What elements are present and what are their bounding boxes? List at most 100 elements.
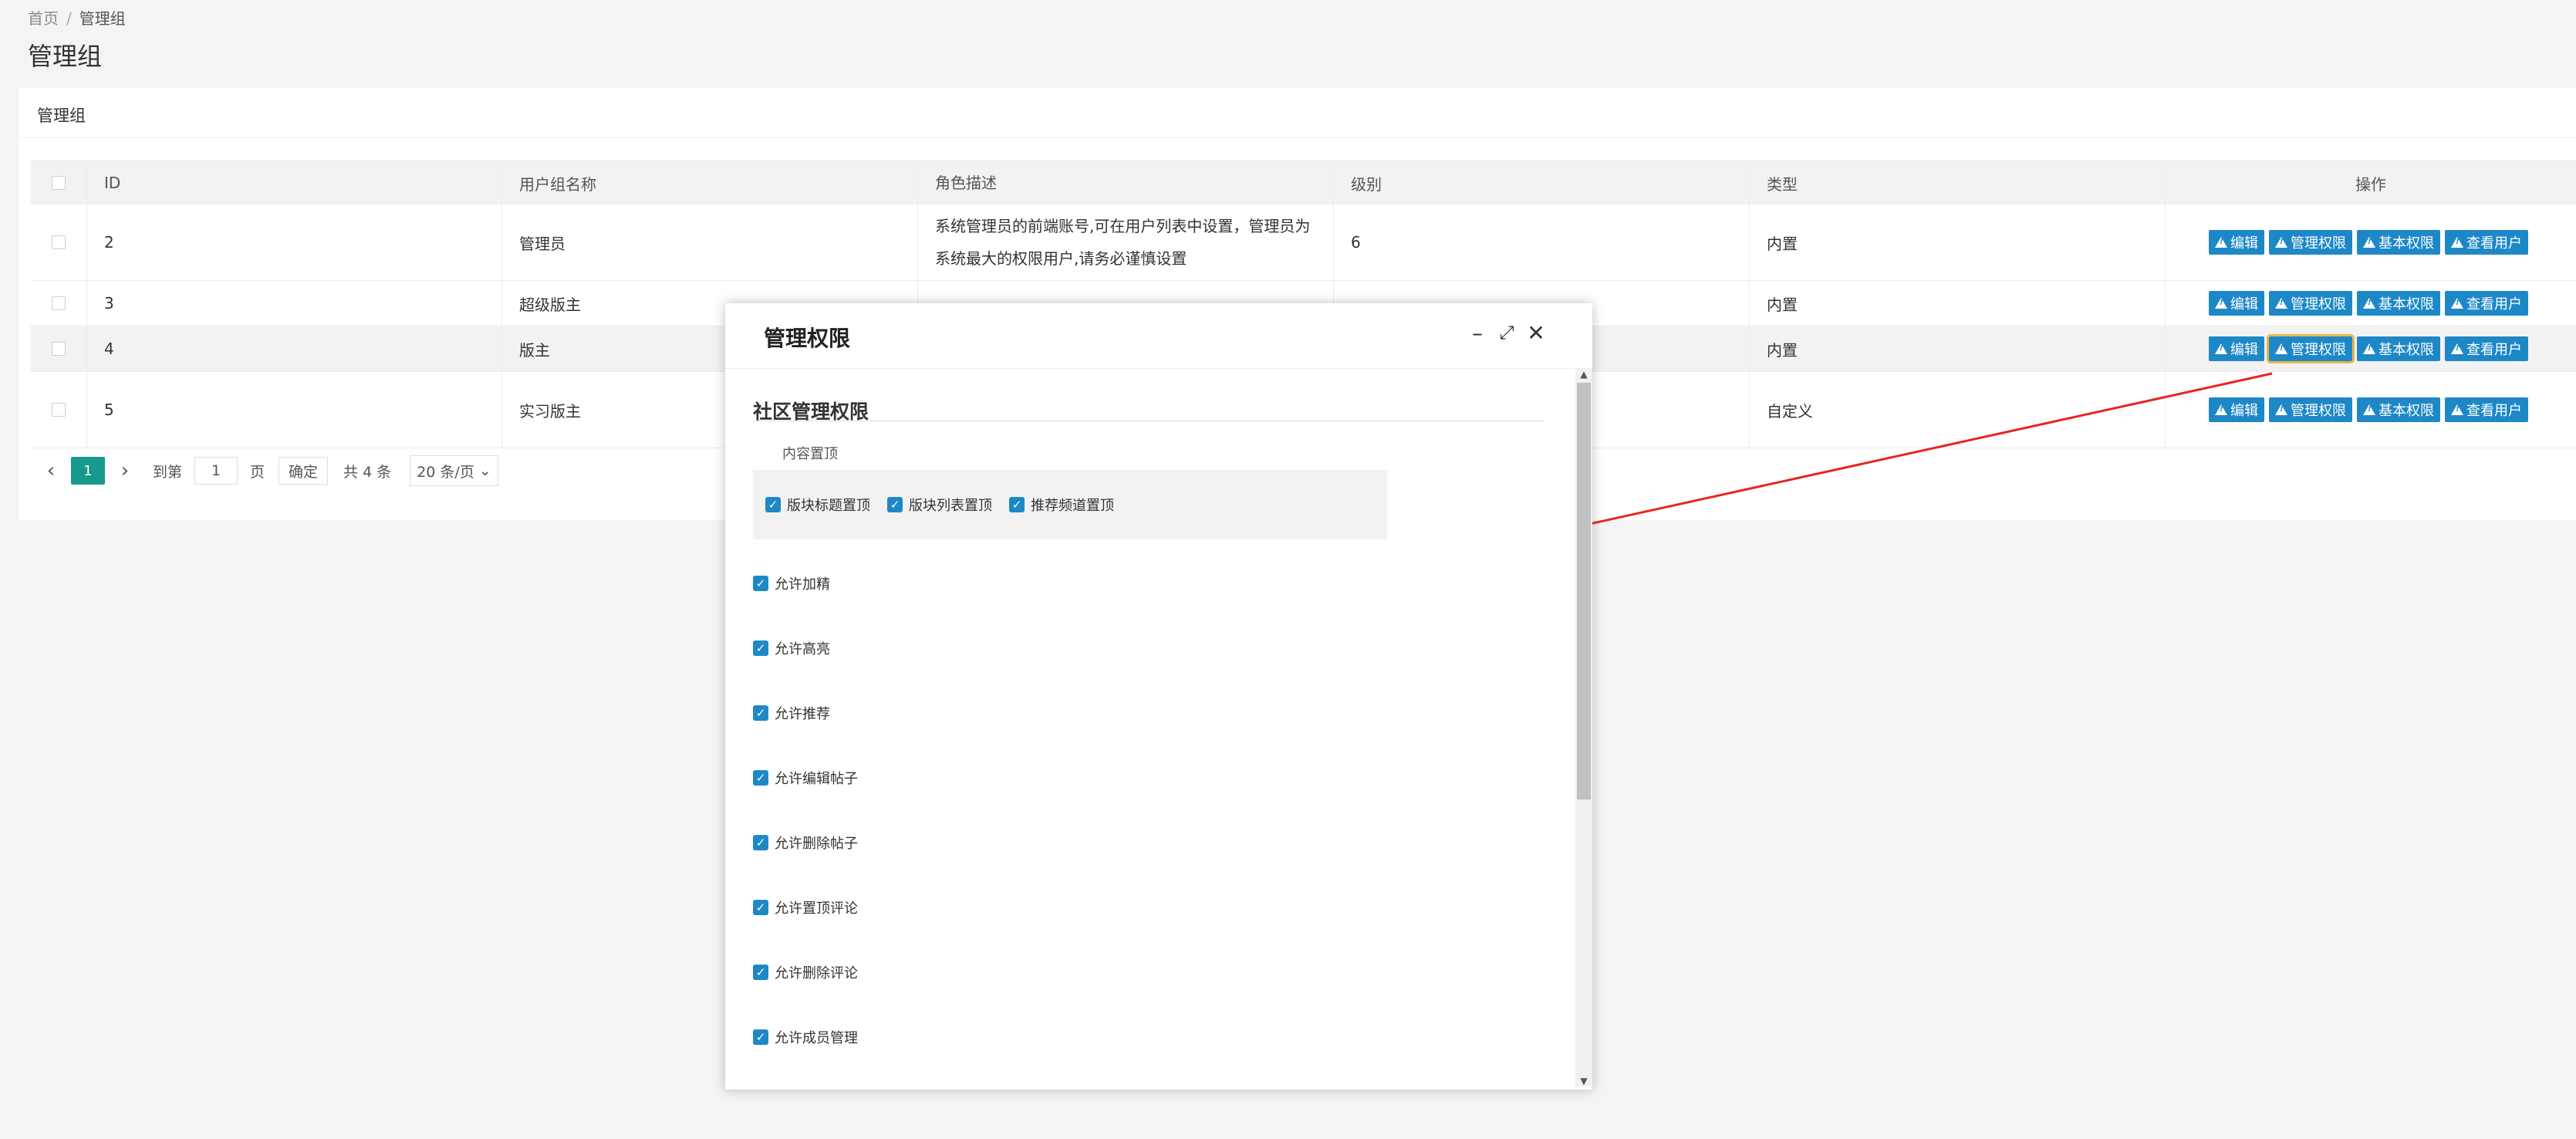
permission-label: 允许置顶评论 [775, 901, 858, 917]
page-size-value: 20 条/页 [417, 463, 474, 481]
edit-button[interactable]: 编辑 [2209, 291, 2264, 316]
prev-page-icon[interactable]: ‹ [42, 459, 60, 482]
group-label: 内容置顶 [782, 446, 838, 462]
row-id: 5 [86, 372, 501, 448]
manage-permission-button[interactable]: 管理权限 [2269, 230, 2352, 255]
edit-button[interactable]: 编辑 [2209, 336, 2264, 361]
page-current[interactable]: 1 [71, 457, 105, 485]
manage-label: 管理权限 [2291, 403, 2346, 419]
breadcrumb-current: 管理组 [79, 9, 126, 28]
row-level: 6 [1333, 204, 1749, 280]
view-users-label: 查看用户 [2466, 342, 2522, 358]
warning-icon [2451, 237, 2463, 248]
warning-icon [2363, 237, 2375, 248]
warning-icon [2215, 237, 2227, 248]
goto-page-input[interactable]: 1 [194, 457, 238, 485]
check-icon: ✓ [887, 497, 903, 512]
view-users-button[interactable]: 查看用户 [2445, 230, 2528, 255]
chevron-down-icon: ⌄ [478, 462, 491, 479]
header-id: ID [86, 161, 501, 204]
permission-checkbox[interactable]: ✓ 允许删除帖子 [753, 833, 858, 853]
scroll-up-icon[interactable]: ▲ [1575, 369, 1592, 380]
permission-checkbox[interactable]: ✓ 允许加精 [753, 573, 830, 593]
view-users-button[interactable]: 查看用户 [2445, 291, 2528, 316]
maximize-icon[interactable]: ⤢ [1494, 322, 1520, 343]
card-title: 管理组 [37, 106, 86, 125]
row-id: 3 [86, 281, 501, 326]
warning-icon [2275, 404, 2287, 415]
row-checkbox[interactable] [52, 296, 66, 310]
view-users-label: 查看用户 [2466, 235, 2522, 252]
permission-checkbox[interactable]: ✓ 允许成员管理 [753, 1027, 858, 1047]
basic-label: 基本权限 [2378, 296, 2434, 313]
permission-checkbox[interactable]: ✓ 允许编辑帖子 [753, 768, 858, 788]
edit-button[interactable]: 编辑 [2209, 397, 2264, 422]
manage-permission-button[interactable]: 管理权限 [2269, 397, 2352, 422]
option-checkbox[interactable]: ✓ 推荐频道置顶 [1009, 495, 1114, 515]
warning-icon [2451, 404, 2463, 415]
header-name: 用户组名称 [501, 161, 917, 204]
edit-label: 编辑 [2230, 296, 2258, 313]
basic-permission-button[interactable]: 基本权限 [2357, 230, 2440, 255]
permission-label: 允许编辑帖子 [775, 771, 858, 787]
permission-label: 允许加精 [775, 576, 830, 593]
check-icon: ✓ [753, 900, 768, 915]
scroll-down-icon[interactable]: ▼ [1575, 1076, 1592, 1087]
permission-checkbox[interactable]: ✓ 允许删除评论 [753, 962, 858, 982]
dialog-title: 管理权限 [764, 326, 851, 351]
header-type: 类型 [1749, 161, 2165, 204]
view-users-label: 查看用户 [2466, 296, 2522, 313]
row-checkbox[interactable] [52, 235, 66, 249]
page-size-select[interactable]: 20 条/页 ⌄ [410, 455, 498, 486]
breadcrumb-home[interactable]: 首页 [28, 9, 59, 28]
option-checkbox[interactable]: ✓ 版块标题置顶 [765, 495, 870, 515]
dialog-header: 管理权限 – ⤢ ✕ [725, 303, 1592, 369]
row-type: 内置 [1749, 281, 2165, 326]
total-count: 共 4 条 [343, 463, 392, 481]
manage-permission-dialog: 管理权限 – ⤢ ✕ 社区管理权限 内容置顶 ✓ 版块标题置顶 ✓ 版块列表置顶 ✓… [725, 303, 1592, 1090]
permission-checkbox[interactable]: ✓ 允许高亮 [753, 638, 830, 658]
row-actions: 编辑 管理权限 基本权限 查看用户 [2165, 372, 2576, 448]
row-checkbox[interactable] [52, 342, 66, 356]
table-header-row: ID 用户组名称 角色描述 级别 类型 操作 [31, 161, 2576, 205]
check-icon: ✓ [1009, 497, 1025, 512]
basic-permission-button[interactable]: 基本权限 [2357, 336, 2440, 361]
edit-label: 编辑 [2230, 403, 2258, 419]
permission-checkbox[interactable]: ✓ 允许置顶评论 [753, 897, 858, 918]
row-type: 自定义 [1749, 372, 2165, 448]
permission-checkbox[interactable]: ✓ 允许推荐 [753, 703, 830, 723]
dialog-body: 社区管理权限 内容置顶 ✓ 版块标题置顶 ✓ 版块列表置顶 ✓ 推荐频道置顶 ✓ 允许加… [725, 369, 1571, 1087]
warning-icon [2363, 298, 2375, 309]
warning-icon [2363, 404, 2375, 415]
basic-permission-button[interactable]: 基本权限 [2357, 291, 2440, 316]
view-users-button[interactable]: 查看用户 [2445, 397, 2528, 422]
check-icon: ✓ [753, 965, 768, 980]
check-icon: ✓ [765, 497, 781, 512]
warning-icon [2451, 343, 2463, 354]
next-page-icon[interactable]: › [116, 459, 134, 482]
row-actions: 编辑 管理权限 基本权限 查看用户 [2165, 204, 2576, 280]
dialog-scrollbar[interactable]: ▲ ▼ [1575, 369, 1592, 1087]
check-icon: ✓ [753, 705, 768, 721]
edit-button[interactable]: 编辑 [2209, 230, 2264, 255]
close-icon[interactable]: ✕ [1523, 320, 1549, 346]
manage-permission-button[interactable]: 管理权限 [2269, 291, 2352, 316]
row-desc: 系统管理员的前端账号,可在用户列表中设置，管理员为系统最大的权限用户,请务必谨慎… [935, 217, 1311, 268]
view-users-button[interactable]: 查看用户 [2445, 336, 2528, 361]
minimize-icon[interactable]: – [1464, 320, 1491, 346]
option-label: 版块列表置顶 [909, 498, 992, 514]
basic-label: 基本权限 [2378, 342, 2434, 358]
edit-label: 编辑 [2230, 342, 2258, 358]
basic-permission-button[interactable]: 基本权限 [2357, 397, 2440, 422]
row-checkbox[interactable] [52, 403, 66, 417]
row-type: 内置 [1749, 326, 2165, 371]
select-all-checkbox[interactable] [52, 176, 66, 190]
goto-confirm-button[interactable]: 确定 [279, 457, 329, 485]
row-name: 管理员 [501, 204, 917, 280]
option-checkbox[interactable]: ✓ 版块列表置顶 [887, 495, 992, 515]
permission-label: 允许删除评论 [775, 965, 858, 982]
check-icon: ✓ [753, 1029, 768, 1045]
page-unit-label: 页 [250, 463, 265, 481]
manage-permission-button[interactable]: 管理权限 [2267, 334, 2355, 363]
scroll-thumb[interactable] [1577, 383, 1591, 799]
